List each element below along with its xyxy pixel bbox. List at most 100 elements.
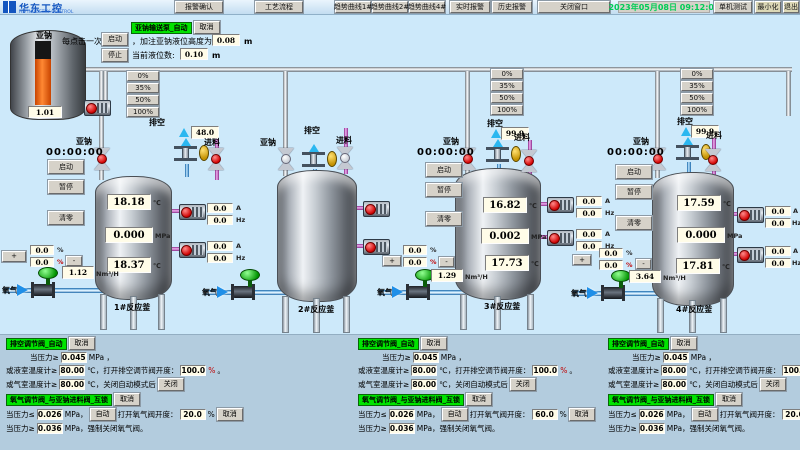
vent-auto-cancel-button[interactable]: 取消 xyxy=(69,337,95,350)
low-pressure-setpoint[interactable]: 0.026 xyxy=(639,409,665,420)
sodium-valve-r2[interactable] xyxy=(278,148,294,170)
close-button[interactable]: 关闭 xyxy=(158,378,184,391)
close-window-button[interactable]: 关闭窗口 xyxy=(538,1,610,13)
opening-value-1-r3[interactable]: 0.0 xyxy=(403,245,427,255)
history-alarm-button[interactable]: 历史报警 xyxy=(492,1,532,13)
low-pressure-setpoint[interactable]: 0.026 xyxy=(37,409,63,420)
realtime-alarm-button[interactable]: 实时报警 xyxy=(450,1,490,13)
pressure-setpoint[interactable]: 0.045 xyxy=(413,352,439,363)
pause-button-r3[interactable]: 暂停 xyxy=(426,183,462,197)
start-button-r4[interactable]: 启动 xyxy=(616,165,652,179)
close-button[interactable]: 关闭 xyxy=(510,378,536,391)
circulation-pump-r2-upper[interactable] xyxy=(363,201,390,217)
speed-50-button-r3[interactable]: 50% xyxy=(491,93,523,103)
opening-minus-button-r3[interactable]: - xyxy=(439,257,454,267)
oxy-open-setpoint[interactable]: 20.0 xyxy=(180,409,206,420)
oxygen-valve-r1[interactable] xyxy=(33,284,53,296)
circulation-pump-r4-lower[interactable] xyxy=(737,247,764,263)
low-pressure-setpoint[interactable]: 0.026 xyxy=(389,409,415,420)
speed-0-button-r3[interactable]: 0% xyxy=(491,69,523,79)
feed-valve-r2[interactable] xyxy=(337,147,353,169)
vent-control-valve-r2[interactable] xyxy=(302,145,338,172)
vent-open-setpoint[interactable]: 100.0 xyxy=(532,365,558,376)
exit-button[interactable]: 退出 xyxy=(783,1,799,13)
circulation-pump-r3-lower[interactable] xyxy=(547,230,574,246)
auto-button[interactable]: 自动 xyxy=(692,408,718,421)
opening-value-2-r4[interactable]: 0.0 xyxy=(599,260,623,270)
circulation-pump-r2-lower[interactable] xyxy=(363,239,390,255)
liquid-temp-setpoint[interactable]: 80.00 xyxy=(59,365,85,376)
close-button[interactable]: 关闭 xyxy=(760,378,786,391)
liquid-temp-setpoint[interactable]: 80.00 xyxy=(411,365,437,376)
vent-auto-cancel-button[interactable]: 取消 xyxy=(421,337,447,350)
speed-35-button-r4[interactable]: 35% xyxy=(681,81,713,91)
speed-50-button-r4[interactable]: 50% xyxy=(681,93,713,103)
speed-100-button-r4[interactable]: 100% xyxy=(681,105,713,115)
oxygen-control-valve-r1[interactable] xyxy=(38,267,58,279)
oxygen-valve-r3[interactable] xyxy=(408,286,428,298)
speed-100-button-r1[interactable]: 100% xyxy=(127,107,159,117)
oxygen-interlock-cancel-button[interactable]: 取消 xyxy=(114,393,140,406)
opening-minus-button-r1[interactable]: - xyxy=(66,256,82,266)
start-button-r3[interactable]: 启动 xyxy=(426,163,462,177)
opening-plus-button-r1[interactable]: + xyxy=(2,251,26,262)
oxygen-interlock-cancel-button[interactable]: 取消 xyxy=(716,393,742,406)
oxy-cancel-button[interactable]: 取消 xyxy=(569,408,595,421)
oxy-open-setpoint[interactable]: 20.0 xyxy=(782,409,800,420)
oxygen-valve-r2[interactable] xyxy=(233,286,253,298)
gas-temp-setpoint[interactable]: 80.00 xyxy=(661,379,687,390)
pump-auto-cancel-button[interactable]: 取消 xyxy=(194,21,220,34)
liquid-temp-setpoint[interactable]: 80.00 xyxy=(661,365,687,376)
alarm-ack-button[interactable]: 报警确认 xyxy=(175,1,223,13)
auto-button[interactable]: 自动 xyxy=(442,408,468,421)
speed-0-button-r4[interactable]: 0% xyxy=(681,69,713,79)
oxy-cancel-button[interactable]: 取消 xyxy=(217,408,243,421)
opening-plus-button-r4[interactable]: + xyxy=(573,255,591,265)
oxygen-interlock-cancel-button[interactable]: 取消 xyxy=(466,393,492,406)
sodium-transfer-pump[interactable] xyxy=(84,100,111,116)
minimize-button[interactable]: 最小化 xyxy=(755,1,781,13)
high-pressure-setpoint[interactable]: 0.036 xyxy=(639,423,665,434)
trend-curve-2-button[interactable]: 趋势曲线2# xyxy=(372,1,408,13)
start-button-r1[interactable]: 启动 xyxy=(48,160,84,174)
vent-open-setpoint[interactable]: 100.0 xyxy=(180,365,206,376)
speed-35-button-r1[interactable]: 35% xyxy=(127,83,159,93)
speed-35-button-r3[interactable]: 35% xyxy=(491,81,523,91)
gas-temp-setpoint[interactable]: 80.00 xyxy=(411,379,437,390)
oxygen-control-valve-r4[interactable] xyxy=(611,270,631,282)
feed-valve-r1[interactable] xyxy=(208,148,224,170)
opening-minus-button-r4[interactable]: - xyxy=(636,259,651,269)
clear-button-r4[interactable]: 清零 xyxy=(616,216,652,230)
speed-50-button-r1[interactable]: 50% xyxy=(127,95,159,105)
vent-auto-cancel-button[interactable]: 取消 xyxy=(671,337,697,350)
circulation-pump-r3-upper[interactable] xyxy=(547,197,574,213)
vent-open-setpoint[interactable]: 100.0 xyxy=(782,365,800,376)
dose-start-button[interactable]: 启动 xyxy=(102,33,128,46)
opening-value-1-r1[interactable]: 0.0 xyxy=(30,245,54,255)
circulation-pump-r1-lower[interactable] xyxy=(179,242,206,258)
oxygen-valve-r4[interactable] xyxy=(603,287,623,299)
circulation-pump-r4-upper[interactable] xyxy=(737,207,764,223)
pause-button-r4[interactable]: 暂停 xyxy=(616,185,652,199)
feed-valve-r4[interactable] xyxy=(705,149,721,171)
standalone-test-button[interactable]: 单机测试 xyxy=(714,1,752,13)
pressure-setpoint[interactable]: 0.045 xyxy=(663,352,689,363)
gas-temp-setpoint[interactable]: 80.00 xyxy=(59,379,85,390)
pause-button-r1[interactable]: 暂停 xyxy=(48,180,84,194)
high-pressure-setpoint[interactable]: 0.036 xyxy=(37,423,63,434)
pressure-setpoint[interactable]: 0.045 xyxy=(61,352,87,363)
opening-value-1-r4[interactable]: 0.0 xyxy=(599,248,623,258)
trend-curve-4-button[interactable]: 趋势曲线4# xyxy=(409,1,445,13)
oxy-open-setpoint[interactable]: 60.0 xyxy=(532,409,558,420)
opening-value-2-r3[interactable]: 0.0 xyxy=(403,257,427,267)
clear-button-r1[interactable]: 清零 xyxy=(48,211,84,225)
oxygen-control-valve-r2[interactable] xyxy=(240,269,260,281)
speed-100-button-r3[interactable]: 100% xyxy=(491,105,523,115)
dose-stop-button[interactable]: 停止 xyxy=(102,49,128,62)
trend-curve-1-button[interactable]: 趋势曲线1# xyxy=(335,1,371,13)
feed-valve-r3[interactable] xyxy=(521,150,537,172)
clear-button-r3[interactable]: 清零 xyxy=(426,212,462,226)
high-pressure-setpoint[interactable]: 0.036 xyxy=(389,423,415,434)
auto-button[interactable]: 自动 xyxy=(90,408,116,421)
speed-0-button-r1[interactable]: 0% xyxy=(127,71,159,81)
